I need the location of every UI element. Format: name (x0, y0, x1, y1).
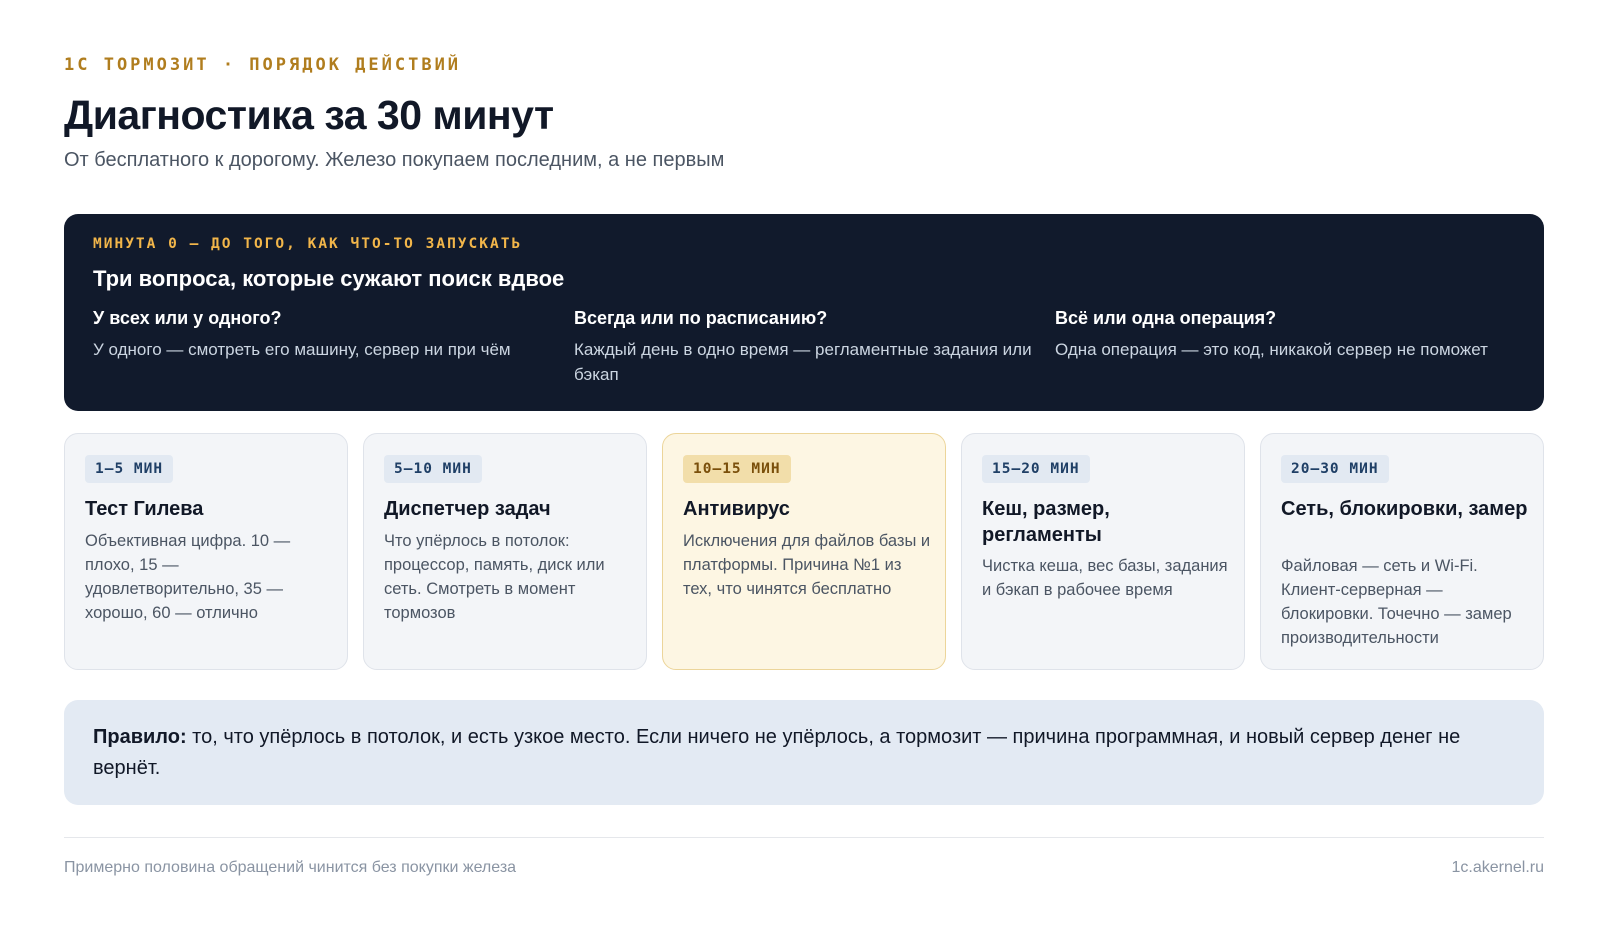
time-badge: 5–10 МИН (384, 455, 482, 483)
question-title: У всех или у одного? (93, 308, 282, 328)
step-card: 15–20 МИН Кеш, размер, регламенты Чистка… (961, 433, 1245, 670)
intro-kicker: МИНУТА 0 — ДО ТОГО, КАК ЧТО-ТО ЗАПУСКАТЬ (93, 236, 523, 252)
step-text: Чистка кеша, вес базы, задания и бэкап в… (982, 557, 1228, 599)
step-title: Сеть, блокировки, замер (1281, 498, 1528, 520)
rule-label: Правило: (93, 726, 187, 748)
step-title: Тест Гилева (85, 498, 204, 520)
step-title: Антивирус (683, 498, 790, 520)
question-block: У всех или у одного? У одного — смотреть… (93, 308, 553, 362)
time-badge: 20–30 МИН (1281, 455, 1389, 483)
page-title: Диагностика за 30 минут (64, 92, 554, 138)
step-text: Файловая — сеть и Wi-Fi. Клиент-серверна… (1281, 557, 1512, 647)
step-text: Объективная цифра. 10 — плохо, 15 — удов… (85, 532, 291, 622)
step-title: Кеш, размер, регламенты (982, 498, 1110, 546)
footer-site: 1c.akernel.ru (1451, 859, 1545, 876)
step-card: 1–5 МИН Тест Гилева Объективная цифра. 1… (64, 433, 348, 670)
question-block: Всё или одна операция? Одна операция — э… (1055, 308, 1515, 362)
steps-row: 1–5 МИН Тест Гилева Объективная цифра. 1… (64, 433, 1544, 670)
eyebrow-label: 1С ТОРМОЗИТ · ПОРЯДОК ДЕЙСТВИЙ (64, 55, 462, 75)
intro-panel: МИНУТА 0 — ДО ТОГО, КАК ЧТО-ТО ЗАПУСКАТЬ… (64, 214, 1544, 411)
rule-callout: Правило: то, что упёрлось в потолок, и е… (64, 700, 1544, 805)
question-text: Каждый день в одно время — регламентные … (574, 340, 1032, 384)
step-text: Что упёрлось в потолок: процессор, памят… (384, 532, 605, 622)
question-text: У одного — смотреть его машину, сервер н… (93, 340, 511, 359)
step-card-highlighted: 10–15 МИН Антивирус Исключения для файло… (662, 433, 946, 670)
intro-title: Три вопроса, которые сужают поиск вдвое (93, 266, 565, 291)
slide: 1С ТОРМОЗИТ · ПОРЯДОК ДЕЙСТВИЙ Диагности… (64, 0, 1544, 928)
step-card: 5–10 МИН Диспетчер задач Что упёрлось в … (363, 433, 647, 670)
time-badge: 15–20 МИН (982, 455, 1090, 483)
question-text: Одна операция — это код, никакой сервер … (1055, 340, 1488, 359)
question-title: Всё или одна операция? (1055, 308, 1277, 328)
footer-note: Примерно половина обращений чинится без … (64, 859, 517, 876)
rule-text: то, что упёрлось в потолок, и есть узкое… (93, 726, 1461, 779)
question-block: Всегда или по расписанию? Каждый день в … (574, 308, 1034, 387)
step-text: Исключения для файлов базы и платформы. … (683, 532, 931, 598)
time-badge: 10–15 МИН (683, 455, 791, 483)
step-card: 20–30 МИН Сеть, блокировки, замер Файлов… (1260, 433, 1544, 670)
step-title: Диспетчер задач (384, 498, 551, 520)
question-title: Всегда или по расписанию? (574, 308, 828, 328)
footer-divider (64, 837, 1544, 838)
time-badge: 1–5 МИН (85, 455, 174, 483)
page-subtitle: От бесплатного к дорогому. Железо покупа… (64, 149, 725, 171)
